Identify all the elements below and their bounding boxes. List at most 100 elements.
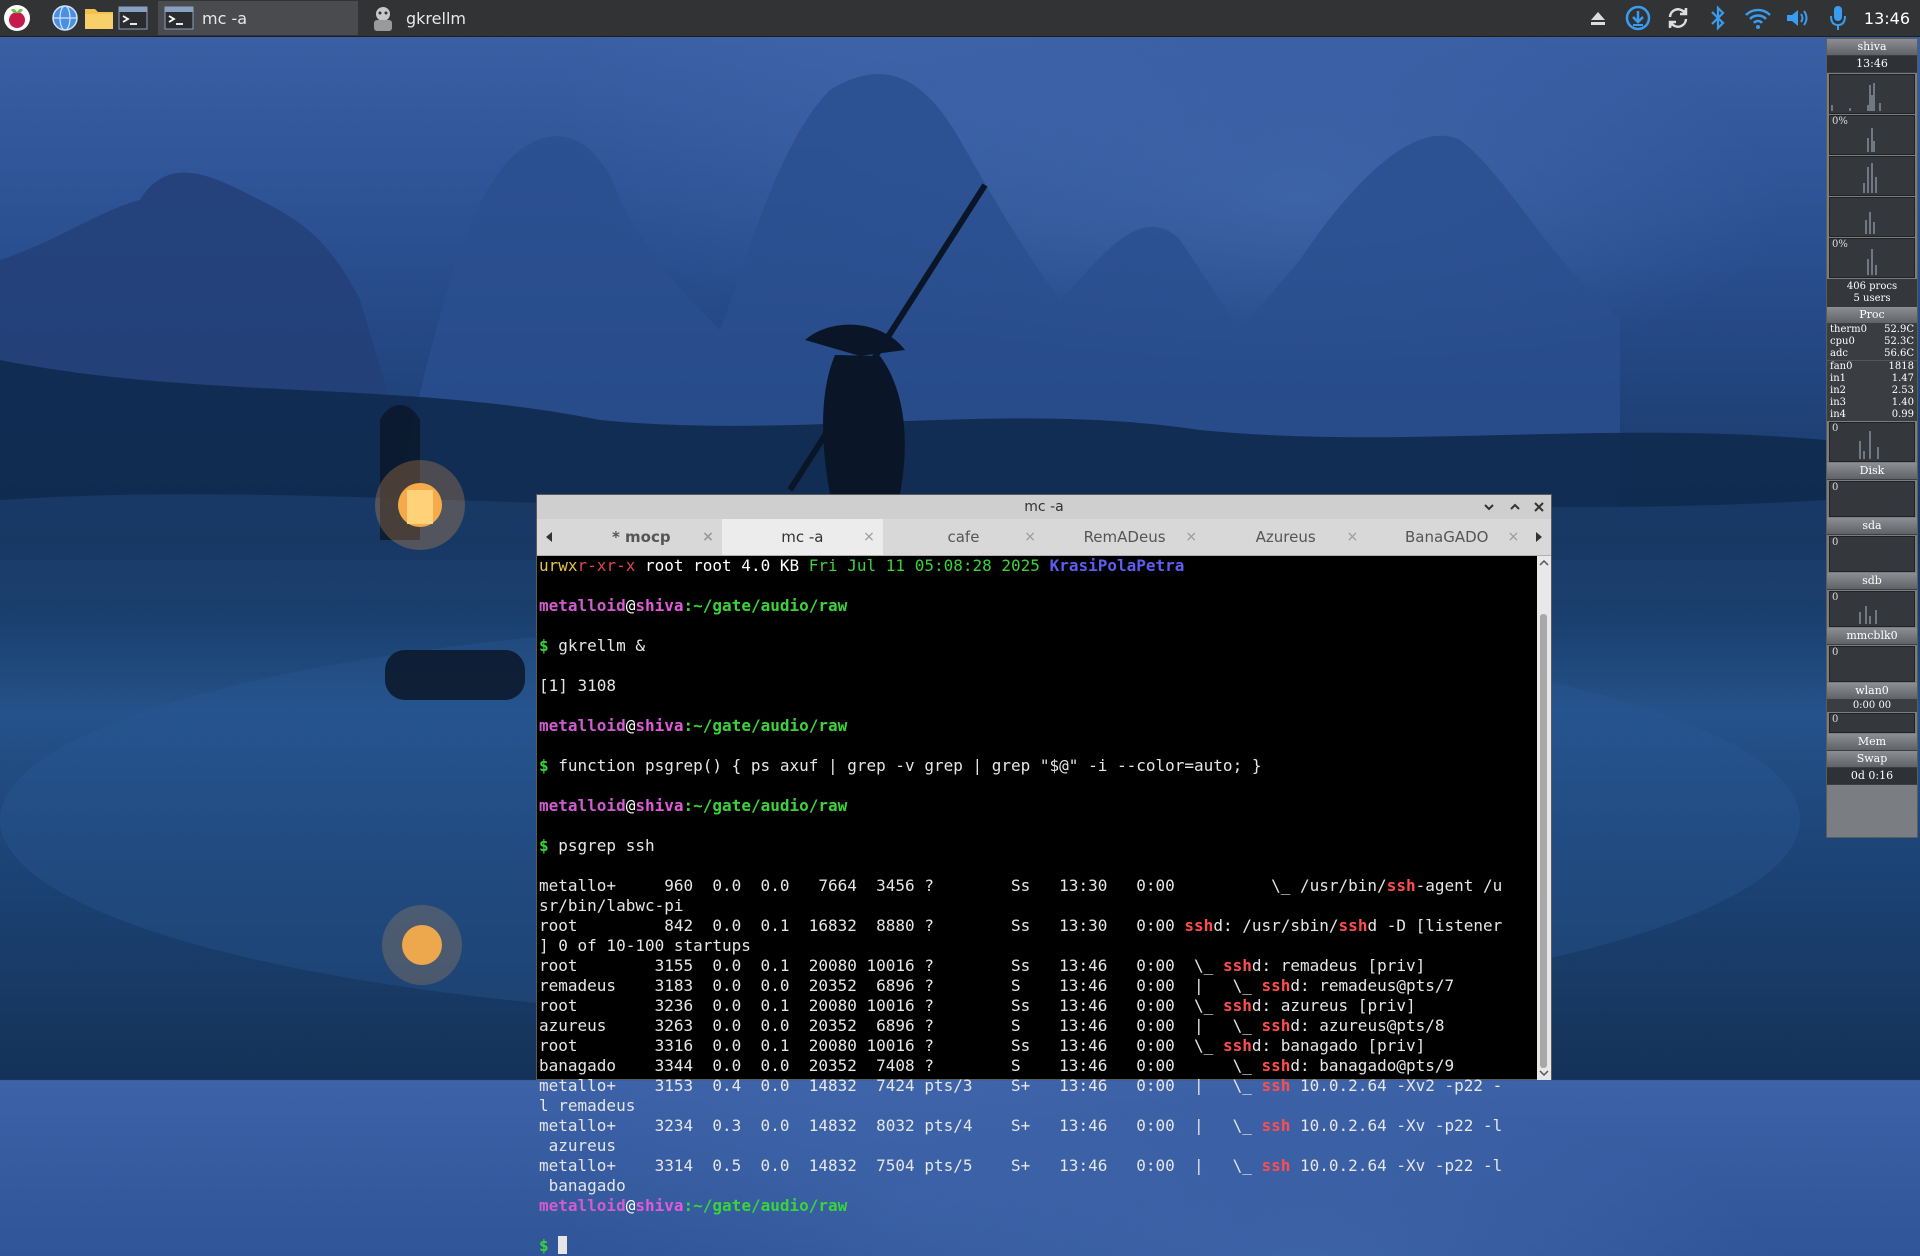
ps-text: d: banagado@pts/9 (1290, 1056, 1455, 1075)
tab-mc[interactable]: mc -a × (721, 519, 883, 555)
window-titlebar[interactable]: mc -a (537, 495, 1551, 519)
microphone-button[interactable] (1818, 0, 1858, 36)
prompt-at: @ (625, 716, 636, 735)
prompt-host: shiva (635, 796, 684, 815)
tab-scroll-right[interactable] (1527, 531, 1551, 543)
tab-close-button[interactable]: × (1024, 529, 1036, 545)
close-button[interactable] (1527, 495, 1551, 519)
tab-close-button[interactable]: × (1508, 529, 1520, 545)
tab-scroll-left[interactable] (537, 531, 561, 543)
chevron-left-icon (545, 532, 552, 542)
ps-line: metallo+ 960 0.0 0.0 7664 3456 ? Ss 13:3… (539, 876, 1539, 896)
updater-button[interactable] (1618, 0, 1658, 36)
terminal-scrollbar[interactable] (1537, 556, 1551, 1080)
maximize-button[interactable] (1503, 495, 1527, 519)
grep-match: ssh (1222, 1036, 1252, 1055)
volt-row: in1 1.47 (1827, 373, 1917, 385)
volt-row: in4 0.99 (1827, 409, 1917, 421)
eject-icon (1590, 12, 1605, 25)
cpu-graph (1829, 197, 1915, 237)
tab-label: Azureus (1255, 528, 1316, 546)
grep-match: ssh (1222, 956, 1252, 975)
terminal-output[interactable]: urwxr-xr-x root root 4.0 KB Fri Jul 11 0… (537, 556, 1539, 1255)
ps-text: d: banagado [priv] (1251, 1036, 1426, 1055)
graph-scale: 0 (1832, 537, 1839, 548)
ps-text: -agent /u (1415, 876, 1503, 895)
raspberry-menu-button[interactable] (0, 1, 34, 35)
taskbar-clock[interactable]: 13:46 (1858, 9, 1920, 28)
ps-text: root 3155 0.0 0.1 20080 10016 ? Ss 13:46… (539, 956, 1223, 975)
prompt-dollar: $ (539, 756, 559, 775)
tab-mocp[interactable]: * mocp × (561, 519, 722, 555)
disk-graph: 0 (1829, 536, 1915, 572)
terminal-window[interactable]: mc -a * mocp × mc -a × cafe × RemADeus × Azu… (536, 494, 1552, 1255)
ps-text: banagado (539, 1176, 626, 1195)
volt-value: 0.99 (1891, 409, 1914, 420)
wifi-button[interactable] (1738, 0, 1778, 36)
prompt-path: :~/gate/audio/raw (683, 796, 848, 815)
grep-match: ssh (1261, 1016, 1291, 1035)
command-line: $ function psgrep() { ps axuf | grep -v … (539, 756, 1539, 776)
ps-line: banagado 3344 0.0 0.0 20352 7408 ? S 13:… (539, 1056, 1539, 1076)
ps-text: d: remadeus [priv] (1251, 956, 1426, 975)
file-owner: root root 4.0 KB (635, 556, 809, 575)
sync-icon (1668, 8, 1688, 28)
task-mc[interactable]: mc -a (158, 1, 358, 35)
scrollbar-thumb[interactable] (1540, 614, 1547, 1068)
terminal-launcher[interactable] (116, 1, 150, 35)
tab-close-button[interactable]: × (863, 529, 875, 545)
ps-text: metallo+ 960 0.0 0.0 7664 3456 ? Ss 13:3… (539, 876, 1387, 895)
prompt-user: metalloid (539, 796, 626, 815)
file-info-line: urwxr-xr-x root root 4.0 KB Fri Jul 11 0… (539, 556, 1539, 576)
speaker-icon (1786, 10, 1808, 26)
wifi-icon (1745, 8, 1771, 29)
cpu-graph (1829, 74, 1915, 114)
sensor-row: therm0 52.9C (1827, 324, 1917, 336)
ps-text: 10.0.2.64 -Xv -p22 -l (1290, 1156, 1503, 1175)
volt-value: 1.40 (1891, 397, 1914, 408)
ps-line: root 3316 0.0 0.1 20080 10016 ? Ss 13:46… (539, 1036, 1539, 1056)
tab-remadeus[interactable]: RemADeus × (1044, 519, 1205, 555)
sensor-value: 52.3C (1884, 336, 1914, 347)
ps-line: root 842 0.0 0.1 16832 8880 ? Ss 13:30 0… (539, 916, 1539, 936)
ps-line: azureus 3263 0.0 0.0 20352 6896 ? S 13:4… (539, 1016, 1539, 1036)
volume-button[interactable] (1778, 0, 1818, 36)
ps-text: azureus (539, 1136, 617, 1155)
command-line: $ psgrep ssh (539, 836, 1539, 856)
tab-close-button[interactable]: × (702, 529, 714, 545)
tab-label: cafe (947, 528, 980, 546)
net-timer: 0:00 00 (1827, 700, 1917, 712)
ps-text: metallo+ 3153 0.4 0.0 14832 7424 pts/3 S… (539, 1076, 1262, 1095)
scroll-up-icon (1539, 559, 1549, 566)
tab-banagado[interactable]: BanaGADO × (1366, 519, 1527, 555)
sync-button[interactable] (1658, 0, 1698, 36)
tab-cafe[interactable]: cafe × (883, 519, 1044, 555)
ps-text: root 3316 0.0 0.1 20080 10016 ? Ss 13:46… (539, 1036, 1223, 1055)
task-gkrellm[interactable]: gkrellm (362, 1, 562, 35)
bluetooth-button[interactable] (1698, 0, 1738, 36)
ps-text: ] 0 of 10-100 startups (539, 936, 751, 955)
graph-scale: 0 (1832, 423, 1839, 434)
gkrellm-panel[interactable]: shiva 13:46 0% 0% 406 procs 5 users Proc… (1826, 38, 1918, 838)
cpu-percent: 0% (1832, 116, 1848, 127)
prompt-line: metalloid@shiva:~/gate/audio/raw (539, 796, 1539, 816)
tab-close-button[interactable]: × (1346, 529, 1358, 545)
eject-button[interactable] (1578, 0, 1618, 36)
gkrellm-icon (374, 7, 392, 31)
system-tray: 13:46 (1578, 0, 1920, 36)
file-manager-launcher[interactable] (82, 1, 116, 35)
tab-close-button[interactable]: × (1185, 529, 1197, 545)
prompt-host: shiva (635, 596, 684, 615)
browser-launcher[interactable] (48, 1, 82, 35)
task-label: gkrellm (406, 8, 466, 28)
command-line[interactable]: $ (539, 1236, 1539, 1256)
net-graph: 0 (1829, 646, 1915, 682)
tab-azureus[interactable]: Azureus × (1205, 519, 1366, 555)
ps-line: azureus (539, 1136, 1539, 1156)
minimize-button[interactable] (1477, 495, 1501, 519)
disk-graph: 0 (1829, 591, 1915, 627)
ps-text: d -D [listener (1367, 916, 1503, 935)
ps-line: sr/bin/labwc-pi (539, 896, 1539, 916)
ps-line: metallo+ 3153 0.4 0.0 14832 7424 pts/3 S… (539, 1076, 1539, 1096)
scroll-down-icon (1539, 1070, 1549, 1077)
